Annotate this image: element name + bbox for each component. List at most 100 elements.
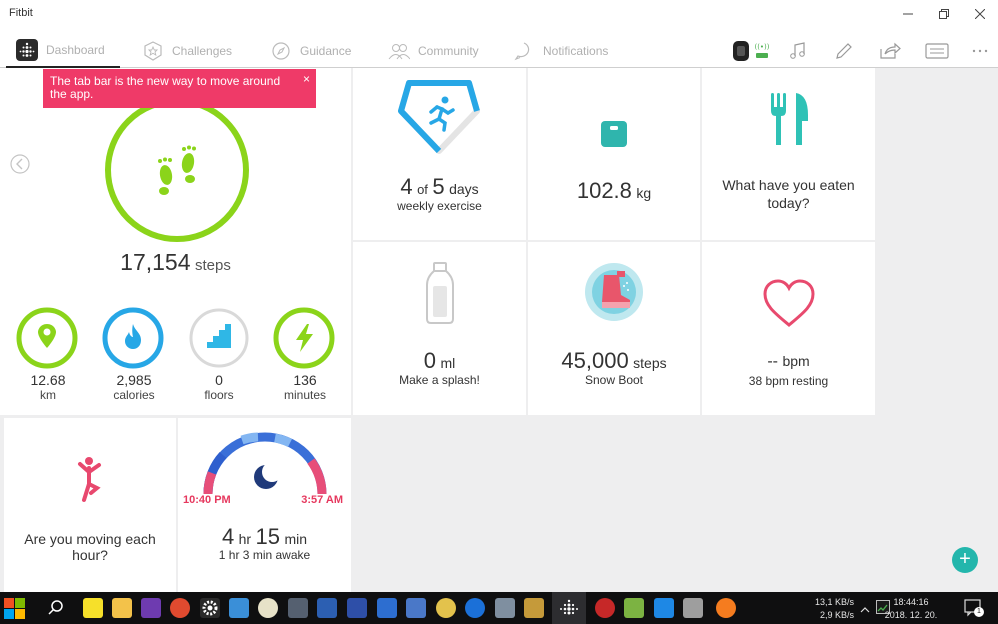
title-bar: Fitbit (0, 0, 998, 28)
steps-ring (105, 98, 249, 242)
snow-boot-badge-icon (585, 263, 643, 321)
sleep-tile[interactable]: 10:40 PM 3:57 AM 4 hr 15 min 1 hr 3 min … (178, 418, 351, 592)
film-icon[interactable] (524, 598, 544, 618)
heart-rate-tile[interactable]: -- bpm 38 bpm resting (702, 242, 875, 415)
windows-logo-icon (4, 598, 25, 619)
weight-tile[interactable]: 102.8 kg (528, 68, 700, 240)
distance-stat[interactable] (16, 307, 78, 369)
app-icon-11[interactable] (595, 598, 615, 618)
steps-count: 17,154 steps (0, 249, 351, 276)
edit-button[interactable] (831, 38, 857, 64)
calories-value: 2,985 (116, 372, 152, 388)
tab-notifications[interactable]: Notifications (513, 34, 608, 68)
weight-value: 102.8 (576, 178, 632, 203)
food-prompt: What have you eaten today? (722, 177, 855, 211)
sleep-end-time: 3:57 AM (301, 494, 343, 506)
card-button[interactable] (923, 38, 951, 64)
tab-challenges[interactable]: Challenges (142, 34, 232, 68)
svg-text:((•)): ((•)) (754, 43, 769, 51)
sleep-hours: 4 (221, 524, 235, 549)
food-tile[interactable]: What have you eaten today? (702, 68, 875, 240)
app-icon-9[interactable] (465, 598, 485, 618)
music-button[interactable] (785, 38, 811, 64)
challenges-icon (142, 40, 164, 62)
restore-icon (939, 9, 949, 19)
sticky-notes-icon[interactable] (83, 598, 103, 618)
chrome-icon[interactable] (170, 598, 190, 618)
app-icon-6[interactable] (347, 598, 367, 618)
app-icon-1[interactable] (141, 598, 161, 618)
water-unit: ml (440, 355, 456, 371)
floors-label: 0 floors (181, 372, 257, 402)
firefox-icon[interactable] (716, 598, 736, 618)
share-icon (880, 42, 901, 59)
community-icon (388, 40, 410, 62)
exercise-label: weekly exercise (397, 199, 482, 213)
file-explorer-icon[interactable] (112, 598, 132, 618)
fork-knife-icon (771, 93, 808, 145)
search-icon (48, 600, 63, 615)
challenge-unit: steps (633, 355, 667, 371)
clock-time[interactable]: 18:44:16 (880, 597, 942, 607)
water-tile[interactable]: 0 ml Make a splash! (353, 242, 526, 415)
app-icon-5[interactable] (317, 598, 337, 618)
location-pin-icon (38, 324, 56, 348)
sleep-minutes-unit: min (284, 531, 308, 547)
running-icon (429, 96, 455, 132)
exercise-of: of (417, 182, 428, 197)
close-button[interactable] (962, 0, 998, 28)
fitbit-taskbar-button[interactable] (552, 592, 586, 624)
tray-chevron-up-icon[interactable] (860, 602, 870, 620)
app-icon-14[interactable] (683, 598, 703, 618)
clock-date[interactable]: 2018. 12. 20. (880, 610, 942, 620)
app-icon-8[interactable] (436, 598, 456, 618)
app-icon-13[interactable] (654, 598, 674, 618)
steps-tile[interactable]: 17,154 steps 12.68 km 2,985 calories 0 f… (0, 68, 351, 415)
save-disk-icon[interactable] (377, 598, 397, 618)
device-status[interactable]: ((•)) (730, 38, 774, 64)
windows-taskbar: 13,1 KB/s 2,9 KB/s 18:44:16 2018. 12. 20… (0, 592, 998, 624)
music-icon (790, 42, 805, 59)
sleep-gauge (203, 432, 327, 495)
minimize-button[interactable] (890, 0, 926, 28)
exercise-badge (398, 80, 480, 154)
sleep-hours-unit: hr (238, 531, 252, 547)
floors-stat[interactable] (188, 307, 250, 369)
tab-label: Challenges (172, 44, 233, 58)
challenge-tile[interactable]: 45,000 steps Snow Boot (528, 242, 700, 415)
action-center-button[interactable]: 1 (964, 599, 984, 617)
edit-icon (836, 43, 852, 59)
restore-button[interactable] (926, 0, 962, 28)
exercise-tile[interactable]: 4 of 5 days weekly exercise (353, 68, 526, 240)
fitbit-icon (560, 599, 578, 615)
share-button[interactable] (877, 38, 903, 64)
toast-close-button[interactable]: × (303, 73, 310, 86)
stairs-icon (207, 324, 231, 348)
chevron-left-icon (10, 154, 30, 174)
heart-resting-label: 38 bpm resting (748, 374, 829, 388)
app-icon-10[interactable] (495, 598, 515, 618)
tab-label: Guidance (300, 44, 352, 58)
app-icon-3[interactable] (258, 598, 278, 618)
start-button[interactable] (2, 595, 28, 621)
app-icon-2[interactable] (229, 598, 249, 618)
hourly-activity-tile[interactable]: Are you moving each hour? (4, 418, 176, 592)
card-icon (925, 43, 949, 59)
tab-community[interactable]: Community (388, 34, 479, 68)
exercise-unit: days (449, 181, 479, 197)
previous-day-button[interactable] (9, 153, 31, 180)
network-upload-speed: 13,1 KB/s (814, 597, 854, 607)
add-button[interactable]: + (952, 547, 978, 573)
tab-guidance[interactable]: Guidance (270, 34, 351, 68)
search-taskbar-button[interactable] (46, 598, 66, 623)
calories-stat[interactable] (102, 307, 164, 369)
settings-gear-icon[interactable] (200, 598, 220, 618)
water-bottle-icon (426, 262, 454, 324)
app-icon-7[interactable] (406, 598, 426, 618)
tab-label: Dashboard (46, 43, 105, 57)
app-icon-4[interactable] (288, 598, 308, 618)
more-button[interactable] (967, 38, 993, 64)
tab-dashboard[interactable]: Dashboard (6, 34, 120, 68)
app-icon-12[interactable] (624, 598, 644, 618)
active-minutes-stat[interactable] (273, 307, 335, 369)
